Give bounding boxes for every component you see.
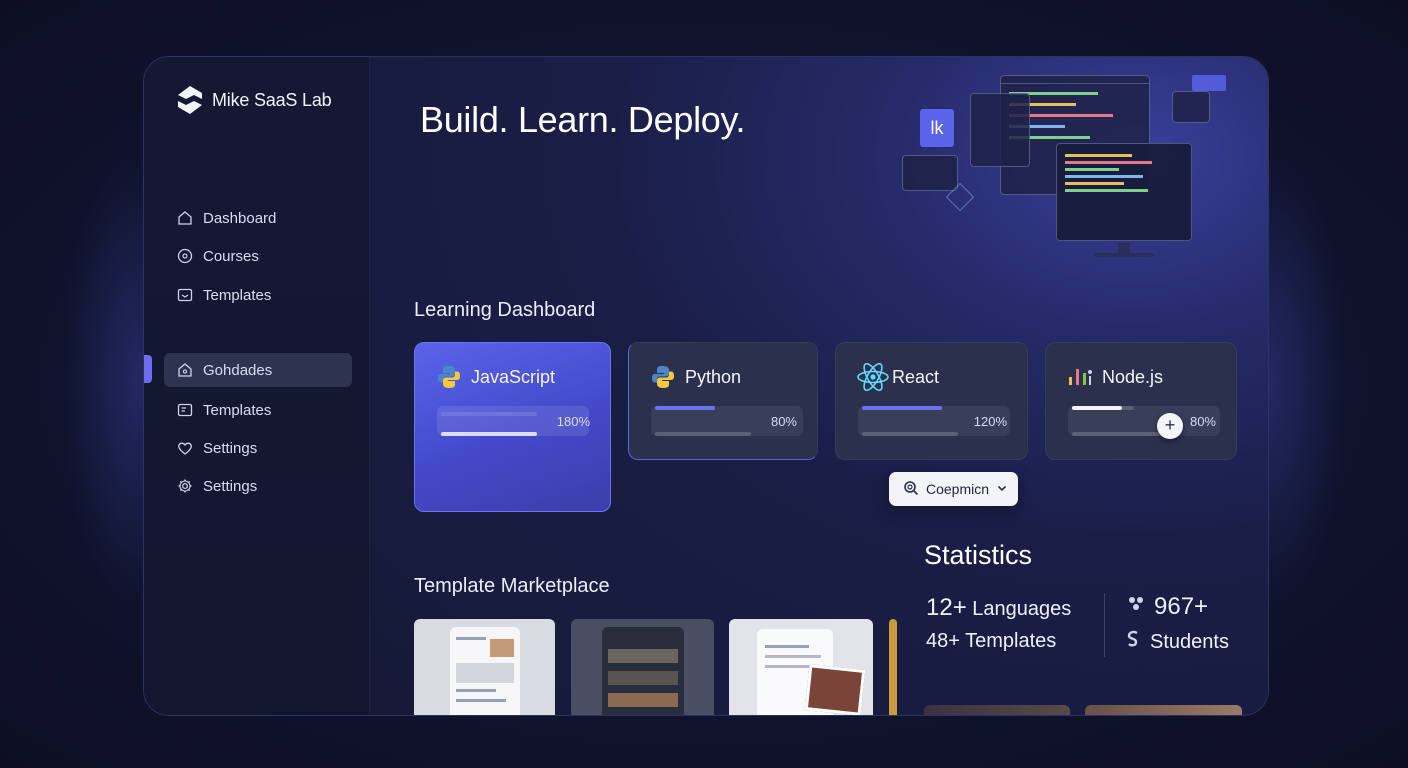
template-icon (177, 287, 193, 303)
course-card-javascript[interactable]: JavaScript 180% (414, 342, 611, 512)
sidebar-item-label: Courses (203, 247, 259, 265)
template-thumbnail-partial (889, 619, 897, 715)
snippet-mockup (902, 155, 958, 191)
progress-bar-secondary (862, 432, 958, 436)
progress-percent: 180% (556, 414, 590, 429)
panel-mockup (970, 93, 1030, 167)
progress-percent: 120% (973, 414, 1007, 429)
active-nav-indicator (144, 355, 152, 383)
python-icon (435, 363, 463, 391)
sidebar-item-gohdades[interactable]: Gohdades (164, 353, 352, 387)
progress-percent: 80% (1189, 414, 1216, 429)
template-thumbnail[interactable] (729, 619, 873, 715)
course-card-python[interactable]: Python 80% (628, 342, 818, 460)
progress-bar-secondary (1072, 432, 1168, 436)
python-icon (649, 363, 677, 391)
monitor-base (1094, 253, 1154, 257)
stat-students: Students (1126, 630, 1229, 654)
stat-students-value: 967+ (1154, 593, 1209, 620)
hero-title: Build. Learn. Deploy. (420, 99, 746, 140)
course-card-react[interactable]: React 120% (835, 342, 1028, 460)
app-window: Mike SaaS Lab Dashboard Courses Template… (143, 56, 1269, 716)
stat-templates-value: 48+ (926, 630, 960, 652)
app-name: Mike SaaS Lab (212, 89, 332, 110)
sidebar-item-courses[interactable]: Courses (164, 239, 352, 273)
sidebar: Mike SaaS Lab Dashboard Courses Template… (144, 57, 370, 715)
progress-bar-primary (862, 406, 942, 410)
sidebar-item-label: Dashboard (203, 209, 277, 227)
progress-percent: 80% (770, 414, 797, 429)
search-icon (903, 480, 919, 499)
progress-bar-track (441, 412, 537, 416)
student-icon (1126, 630, 1142, 654)
stat-languages-value: 12+ (926, 594, 967, 621)
stat-students-count: 967+ (1126, 593, 1208, 621)
sidebar-item-label: Settings (203, 439, 258, 457)
card-title: Node.js (1102, 366, 1164, 387)
stat-languages: 12+ Languages (926, 594, 1071, 622)
stat-templates-label: Templates (965, 630, 1057, 652)
stat-students-label: Students (1150, 630, 1229, 653)
template-thumbnail[interactable] (414, 619, 555, 715)
marketplace-title: Template Marketplace (414, 575, 610, 597)
card-title: React (892, 366, 940, 387)
card-title: JavaScript (471, 366, 556, 387)
home-icon (177, 210, 193, 226)
react-icon (856, 362, 889, 392)
add-button[interactable]: + (1157, 413, 1183, 439)
template-preview (602, 627, 684, 715)
dashboard-title: Learning Dashboard (414, 299, 596, 321)
sidebar-item-settings[interactable]: Settings (164, 431, 352, 465)
main-content: Build. Learn. Deploy. lk Learning Dashbo… (370, 57, 1268, 715)
photo-card (804, 664, 866, 715)
template-icon (177, 402, 193, 418)
mini-panel-mockup (1172, 91, 1210, 123)
stats-divider (1104, 593, 1105, 657)
sidebar-item-label: Gohdades (203, 361, 273, 379)
progress-bar-primary (655, 406, 715, 410)
progress-bar-primary (1072, 406, 1134, 410)
monitor-mockup (1056, 143, 1192, 241)
sidebar-item-templates[interactable]: Templates (164, 278, 352, 312)
home-icon (177, 362, 193, 378)
nodejs-icon (1066, 363, 1094, 391)
stat-templates: 48+ Templates (926, 630, 1056, 653)
template-thumbnail[interactable] (571, 619, 714, 715)
code-badge-icon: lk (920, 109, 954, 147)
stat-languages-label: Languages (972, 598, 1072, 620)
statistics-title: Statistics (924, 540, 1033, 570)
sidebar-item-label: Settings (203, 477, 258, 495)
hero-illustration: lk (890, 71, 1250, 271)
progress-bar-fill (862, 406, 942, 410)
sidebar-item-settings-2[interactable]: Settings (164, 469, 352, 503)
sidebar-item-label: Templates (203, 401, 272, 419)
compass-icon (177, 248, 193, 264)
stats-thumbnail (1085, 705, 1242, 715)
dropdown-selected-value: Coepmicn (926, 481, 990, 497)
app-logo[interactable]: Mike SaaS Lab (176, 85, 332, 115)
sidebar-item-dashboard[interactable]: Dashboard (164, 201, 352, 235)
filter-dropdown[interactable]: Coepmicn (889, 472, 1018, 506)
progress-bar-fill (441, 432, 537, 436)
floating-tile (1192, 75, 1226, 91)
heart-icon (177, 440, 193, 456)
progress-bar-fill (655, 406, 715, 410)
logo-icon (176, 85, 204, 115)
sidebar-item-templates-2[interactable]: Templates (164, 393, 352, 427)
template-preview (450, 627, 520, 715)
chevron-down-icon (996, 481, 1008, 497)
course-card-nodejs[interactable]: Node.js 80% + (1045, 342, 1237, 460)
progress-bar (441, 432, 537, 436)
community-icon (1126, 594, 1146, 620)
card-title: Python (685, 366, 742, 387)
progress-bar-secondary (655, 432, 751, 436)
progress-bar-fill (1072, 406, 1122, 410)
stats-thumbnail (924, 705, 1070, 715)
sidebar-item-label: Templates (203, 286, 272, 304)
gear-icon (177, 478, 193, 494)
